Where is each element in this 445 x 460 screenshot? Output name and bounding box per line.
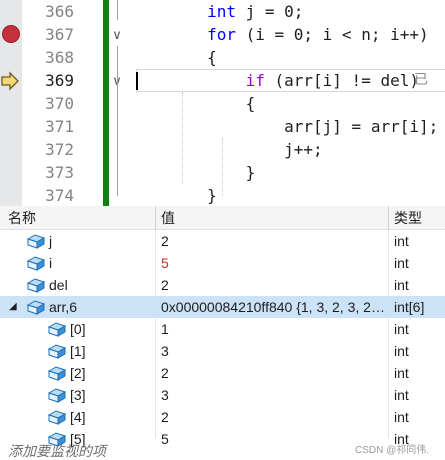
code-keyword: for <box>207 25 236 44</box>
line-number: 368 <box>45 48 74 67</box>
column-header-value[interactable]: 值 <box>155 206 388 230</box>
variable-cube-icon <box>48 410 66 425</box>
column-header-type[interactable]: 类型 <box>388 206 445 230</box>
watch-row[interactable]: del 2 int <box>0 274 445 296</box>
variable-cube-icon <box>48 322 66 337</box>
watch-row[interactable]: i 5 int <box>0 252 445 274</box>
line-number: 367 <box>45 25 74 44</box>
breakpoint-icon[interactable] <box>2 25 20 43</box>
watch-child-row[interactable]: [1] 3 int <box>0 340 445 362</box>
code-line[interactable]: 371 arr[j] = arr[i]; <box>0 115 445 138</box>
code-text[interactable]: { <box>130 46 217 69</box>
watch-row[interactable]: j 2 int <box>0 230 445 252</box>
watch-name[interactable]: del <box>49 274 68 296</box>
watch-value[interactable]: 3 <box>161 384 388 406</box>
code-line[interactable]: 367 for (i = 0; i < n; i++) <box>0 23 445 46</box>
code-line[interactable]: 368 { <box>0 46 445 69</box>
fold-range-line <box>117 0 118 20</box>
line-number: 373 <box>45 163 74 182</box>
code-text[interactable]: } <box>130 161 256 184</box>
variable-cube-icon <box>48 388 66 403</box>
code-text[interactable]: { <box>130 92 256 115</box>
watch-value[interactable]: 2 <box>161 230 388 252</box>
code-token: { <box>130 94 256 113</box>
line-number: 371 <box>45 117 74 136</box>
variable-cube-icon <box>27 256 45 271</box>
watch-name[interactable]: j <box>49 230 52 252</box>
line-number: 372 <box>45 140 74 159</box>
code-line[interactable]: 370 { <box>0 92 445 115</box>
line-number: 374 <box>45 186 74 205</box>
code-text[interactable]: } <box>130 184 217 206</box>
watch-type: int <box>394 409 409 425</box>
watch-type: int <box>394 387 409 403</box>
watch-type: int <box>394 343 409 359</box>
watch-type: int <box>394 321 409 337</box>
text-caret <box>136 72 138 90</box>
variable-cube-icon <box>27 234 45 249</box>
watch-value[interactable]: 5 <box>161 252 388 274</box>
watch-value[interactable]: 2 <box>161 362 388 384</box>
code-token: (i = 0; i < n; i++) <box>235 25 429 44</box>
code-token: } <box>130 186 217 205</box>
watermark: CSDN @祁同伟. <box>355 445 430 456</box>
watch-header: 名称 值 类型 <box>0 206 445 230</box>
watch-name[interactable]: [3] <box>70 384 86 406</box>
watch-name[interactable]: [1] <box>70 340 86 362</box>
watch-type: int[6] <box>394 299 425 315</box>
code-keyword: int <box>207 2 236 21</box>
column-header-name[interactable]: 名称 <box>0 206 155 230</box>
watch-value[interactable]: 1 <box>161 318 388 340</box>
add-watch-item[interactable]: 添加要监视的项 <box>8 441 106 460</box>
current-statement-arrow-icon[interactable] <box>0 71 20 91</box>
code-token: arr[j] = arr[i]; <box>130 117 439 136</box>
watch-value[interactable]: 0x00000084210ff840 {1, 3, 2, 3, 2, 5} <box>161 296 388 318</box>
watch-child-row[interactable]: [2] 2 int <box>0 362 445 384</box>
watch-row[interactable]: ◢ arr,6 0x00000084210ff840 {1, 3, 2, 3, 2,… <box>0 296 445 318</box>
watch-child-row[interactable]: [0] 1 int <box>0 318 445 340</box>
code-editor[interactable]: 366 int j = 0; 367 for (i = 0; i < n; i++… <box>0 0 445 206</box>
indent-guide <box>182 92 183 184</box>
watch-name[interactable]: [4] <box>70 406 86 428</box>
watch-type: int <box>394 233 409 249</box>
watch-type: int <box>394 277 409 293</box>
watch-window[interactable]: 名称 值 类型 j 2 int i 5 int del 2 int ◢ arr,6 0x0000008… <box>0 206 445 460</box>
line-number: 366 <box>45 2 74 21</box>
code-line[interactable]: 366 int j = 0; <box>0 0 445 23</box>
fold-chevron-icon[interactable]: ∨ <box>110 23 124 46</box>
watch-child-row[interactable]: [3] 3 int <box>0 384 445 406</box>
watch-type: int <box>394 365 409 381</box>
watch-value[interactable]: 3 <box>161 340 388 362</box>
watch-type: int <box>394 255 409 271</box>
watch-value[interactable]: 2 <box>161 274 388 296</box>
codelens-text: 已 <box>414 72 428 88</box>
watch-name[interactable]: [0] <box>70 318 86 340</box>
code-text[interactable]: arr[j] = arr[i]; <box>130 115 438 138</box>
variable-cube-icon <box>27 300 45 315</box>
watch-name[interactable]: [2] <box>70 362 86 384</box>
code-token: } <box>130 163 256 182</box>
line-number: 370 <box>45 94 74 113</box>
line-number: 369 <box>45 71 74 90</box>
code-token: { <box>130 48 217 67</box>
expanded-triangle-icon[interactable]: ◢ <box>9 296 17 318</box>
variable-cube-icon <box>48 366 66 381</box>
code-text[interactable]: j++; <box>130 138 323 161</box>
code-token: j++; <box>130 140 323 159</box>
variable-cube-icon <box>48 344 66 359</box>
indent-guide <box>222 138 223 196</box>
code-text[interactable]: int j = 0; <box>130 0 303 23</box>
fold-range-line <box>117 46 118 196</box>
watch-child-row[interactable]: [4] 2 int <box>0 406 445 428</box>
watch-value[interactable]: 2 <box>161 406 388 428</box>
watch-name[interactable]: i <box>49 252 52 274</box>
code-token: j = 0; <box>235 2 304 21</box>
watch-name[interactable]: arr,6 <box>49 296 77 318</box>
watch-value[interactable]: 5 <box>161 428 388 450</box>
variable-cube-icon <box>27 278 45 293</box>
code-text[interactable]: for (i = 0; i < n; i++) <box>130 23 429 46</box>
current-line-highlight <box>136 69 445 92</box>
